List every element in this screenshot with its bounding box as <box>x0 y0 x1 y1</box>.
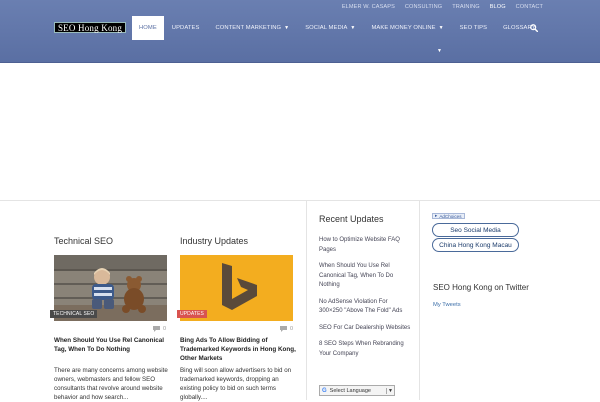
my-tweets-link[interactable]: My Tweets <box>433 302 461 308</box>
nav-item-content-marketing[interactable]: CONTENT MARKETING ▼ <box>207 16 297 40</box>
recent-update-link[interactable]: How to Optimize Website FAQ Pages <box>319 236 411 255</box>
nav-label: HOME <box>139 25 157 31</box>
nav-item-home[interactable]: HOME <box>132 16 164 40</box>
ad-link-button[interactable]: China Hong Kong Macau <box>432 238 519 252</box>
nav-item-make-money-online[interactable]: MAKE MONEY ONLINE ▼ <box>363 16 451 40</box>
divider <box>306 200 307 400</box>
nav-label: MAKE MONEY ONLINE <box>371 25 436 31</box>
nav-item-seo-tips[interactable]: SEO TIPS <box>452 16 495 40</box>
main-nav: HOME UPDATES CONTENT MARKETING ▼ SOCIAL M… <box>132 16 544 40</box>
top-nav-item[interactable]: TRAINING <box>452 4 480 10</box>
comment-count-value: 0 <box>163 326 167 332</box>
comment-icon <box>280 326 287 332</box>
nav-item-social-media[interactable]: SOCIAL MEDIA ▼ <box>297 16 363 40</box>
google-g-icon: G <box>322 387 327 394</box>
recent-update-link[interactable]: When Should You Use Rel Canonical Tag, W… <box>319 262 411 291</box>
adchoices-label: AdChoices <box>439 213 462 219</box>
site-logo[interactable]: SEO Hong Kong <box>54 22 126 33</box>
section-title-technical-seo: Technical SEO <box>54 236 114 246</box>
caret-down-icon: ▼ <box>284 25 290 31</box>
nav-label: SOCIAL MEDIA <box>305 25 348 31</box>
top-nav-item[interactable]: CONSULTING <box>405 4 442 10</box>
section-title-industry-updates: Industry Updates <box>180 236 249 246</box>
nav-label: SEO TIPS <box>459 25 488 31</box>
more-menu-caret-icon[interactable]: ▼ <box>437 48 442 54</box>
comment-icon <box>153 326 160 332</box>
nav-label: UPDATES <box>171 25 200 31</box>
adchoices-badge[interactable]: ▸ AdChoices <box>432 213 465 219</box>
caret-down-icon: ▼ <box>438 25 444 31</box>
recent-update-link[interactable]: No AdSense Violation For 300×250 "Above … <box>319 298 411 317</box>
top-nav-item-active[interactable]: BLOG <box>490 4 506 10</box>
recent-update-link[interactable]: SEO For Car Dealership Websites <box>319 324 411 334</box>
recent-updates-list: How to Optimize Website FAQ Pages When S… <box>319 236 411 366</box>
nav-item-updates[interactable]: UPDATES <box>164 16 208 40</box>
search-icon[interactable] <box>530 24 538 32</box>
recent-update-link[interactable]: 8 SEO Steps When Rebranding Your Company <box>319 340 411 359</box>
section-title-recent-updates: Recent Updates <box>319 214 384 224</box>
category-badge[interactable]: TECHNICAL SEO <box>50 310 98 318</box>
category-badge[interactable]: UPDATES <box>177 310 207 318</box>
top-nav: ELMER W. CASAPS CONSULTING TRAINING BLOG… <box>342 4 543 10</box>
ad-link-button[interactable]: Seo Social Media <box>432 223 519 237</box>
section-title-twitter: SEO Hong Kong on Twitter <box>433 283 529 292</box>
chevron-down-icon: ▼ <box>386 387 394 394</box>
post-excerpt: There are many concerns among website ow… <box>54 367 168 401</box>
post-excerpt: Bing will soon allow advertisers to bid … <box>180 367 292 401</box>
comment-count[interactable]: 0 <box>153 326 166 332</box>
top-nav-item[interactable]: CONTACT <box>516 4 543 10</box>
top-nav-item[interactable]: ELMER W. CASAPS <box>342 4 395 10</box>
post-title-link[interactable]: When Should You Use Rel Canonical Tag, W… <box>54 336 166 354</box>
logo-text: SEO Hong Kong <box>57 22 123 33</box>
comment-count[interactable]: 0 <box>280 326 293 332</box>
comment-count-value: 0 <box>290 326 294 332</box>
divider <box>419 200 420 400</box>
caret-down-icon: ▼ <box>350 25 356 31</box>
post-title-link[interactable]: Bing Ads To Allow Bidding of Trademarked… <box>180 336 296 363</box>
site-header: ELMER W. CASAPS CONSULTING TRAINING BLOG… <box>0 0 600 63</box>
language-select[interactable]: G Select Language ▼ <box>319 385 395 396</box>
adchoices-icon: ▸ <box>435 213 438 218</box>
language-select-value: Select Language <box>329 387 371 394</box>
nav-label: CONTENT MARKETING <box>215 25 282 31</box>
